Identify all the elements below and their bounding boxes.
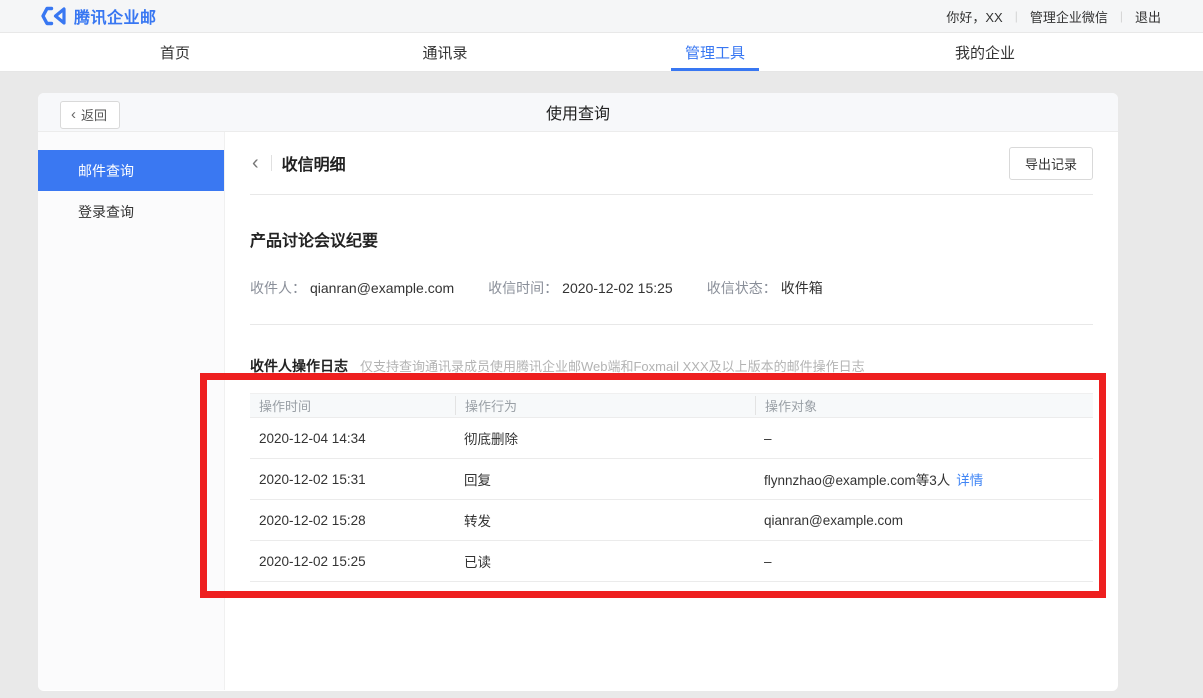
meta-label: 收信状态： — [707, 278, 777, 298]
logout-link[interactable]: 退出 — [1135, 7, 1161, 26]
column-header-time: 操作时间 — [250, 396, 455, 415]
operation-log-table: 操作时间 操作行为 操作对象 2020-12-04 14:34彻底删除–2020… — [250, 393, 1093, 582]
column-header-action: 操作行为 — [455, 396, 755, 415]
greeting-text: 你好，XX — [946, 7, 1002, 26]
log-section-header: 收件人操作日志 仅支持查询通讯录成员使用腾讯企业邮Web端和Foxmail XX… — [250, 356, 1093, 376]
usage-query-header: ‹ 返回 使用查询 — [38, 93, 1118, 132]
cell-operation-time: 2020-12-02 15:31 — [250, 472, 455, 487]
tab-admin-tools-label: 管理工具 — [685, 42, 745, 63]
tab-contacts-label: 通讯录 — [422, 42, 467, 63]
detail-title: 收信明细 — [282, 151, 346, 175]
table-row: 2020-12-02 15:31回复flynnzhao@example.com等… — [250, 459, 1093, 500]
tab-contacts[interactable]: 通讯录 — [310, 33, 580, 71]
detail-header: ‹ 收信明细 导出记录 — [250, 132, 1093, 195]
tab-admin-tools[interactable]: 管理工具 — [580, 33, 850, 71]
vertical-divider — [271, 155, 272, 171]
meta-label: 收信时间： — [488, 278, 558, 298]
mail-subject: 产品讨论会议纪要 — [250, 227, 1093, 251]
mail-meta-row: 收件人： qianran@example.com 收信时间： 2020-12-0… — [250, 278, 1093, 298]
return-button-label: 返回 — [81, 105, 107, 124]
table-row: 2020-12-04 14:34彻底删除– — [250, 418, 1093, 459]
cell-operation-target: flynnzhao@example.com等3人详情 — [755, 469, 1093, 489]
log-section-note: 仅支持查询通讯录成员使用腾讯企业邮Web端和Foxmail XXX及以上版本的邮… — [360, 356, 865, 375]
sidebar-item-label: 登录查询 — [78, 202, 134, 222]
cell-operation-time: 2020-12-02 15:28 — [250, 513, 455, 528]
tab-my-company[interactable]: 我的企业 — [850, 33, 1120, 71]
cell-operation-target: – — [755, 554, 1093, 569]
cell-operation-action: 已读 — [455, 551, 755, 571]
cell-operation-time: 2020-12-04 14:34 — [250, 431, 455, 446]
cell-operation-action: 回复 — [455, 469, 755, 489]
tab-home-label: 首页 — [160, 42, 190, 63]
meta-value: 2020-12-02 15:25 — [562, 280, 673, 296]
meta-receive-time: 收信时间： 2020-12-02 15:25 — [488, 278, 673, 298]
meta-value: 收件箱 — [781, 278, 823, 298]
detail-content: ‹ 收信明细 导出记录 产品讨论会议纪要 收件人： qianran@exampl… — [225, 132, 1118, 690]
cell-operation-target: qianran@example.com — [755, 513, 1093, 528]
cell-operation-action: 转发 — [455, 510, 755, 530]
exmail-logo-icon — [40, 6, 67, 26]
sidebar-item-mail-query[interactable]: 邮件查询 — [38, 150, 224, 191]
meta-recipient: 收件人： qianran@example.com — [250, 278, 454, 298]
table-row: 2020-12-02 15:25已读– — [250, 541, 1093, 582]
return-button[interactable]: ‹ 返回 — [60, 101, 120, 129]
table-row: 2020-12-02 15:28转发qianran@example.com — [250, 500, 1093, 541]
detail-link[interactable]: 详情 — [956, 473, 983, 488]
active-tab-underline — [671, 68, 759, 71]
cell-operation-target: – — [755, 431, 1093, 446]
column-header-target: 操作对象 — [755, 396, 1093, 415]
sidebar-item-login-query[interactable]: 登录查询 — [38, 191, 224, 232]
section-divider — [250, 324, 1093, 325]
meta-value: qianran@example.com — [310, 280, 454, 296]
meta-label: 收件人： — [250, 278, 306, 298]
export-records-button[interactable]: 导出记录 — [1009, 147, 1093, 180]
log-section-title: 收件人操作日志 — [250, 356, 348, 376]
tab-my-company-label: 我的企业 — [955, 42, 1015, 63]
cell-operation-time: 2020-12-02 15:25 — [250, 554, 455, 569]
table-header-row: 操作时间 操作行为 操作对象 — [250, 393, 1093, 418]
meta-receive-status: 收信状态： 收件箱 — [707, 278, 823, 298]
main-nav-tabs: 首页 通讯录 管理工具 我的企业 — [40, 33, 1120, 71]
app-logo[interactable]: 腾讯企业邮 — [40, 4, 157, 28]
separator: | — [1120, 9, 1123, 23]
manage-wecom-link[interactable]: 管理企业微信 — [1030, 7, 1108, 26]
query-sidebar: 邮件查询 登录查询 — [38, 132, 225, 690]
topbar: 腾讯企业邮 你好，XX | 管理企业微信 | 退出 — [0, 0, 1203, 33]
sidebar-item-label: 邮件查询 — [78, 161, 134, 181]
main-nav: 首页 通讯录 管理工具 我的企业 — [0, 33, 1203, 72]
usage-query-panel: ‹ 返回 使用查询 邮件查询 登录查询 ‹ 收信明细 导出记录 — [38, 93, 1118, 691]
back-chevron-icon[interactable]: ‹ — [250, 153, 261, 173]
page-title: 使用查询 — [38, 100, 1118, 124]
logo-text: 腾讯企业邮 — [74, 4, 157, 28]
chevron-left-icon: ‹ — [71, 107, 76, 122]
tab-home[interactable]: 首页 — [40, 33, 310, 71]
log-table-body: 2020-12-04 14:34彻底删除–2020-12-02 15:31回复f… — [250, 418, 1093, 582]
topbar-right: 你好，XX | 管理企业微信 | 退出 — [946, 7, 1161, 26]
cell-operation-action: 彻底删除 — [455, 428, 755, 448]
separator: | — [1015, 9, 1018, 23]
